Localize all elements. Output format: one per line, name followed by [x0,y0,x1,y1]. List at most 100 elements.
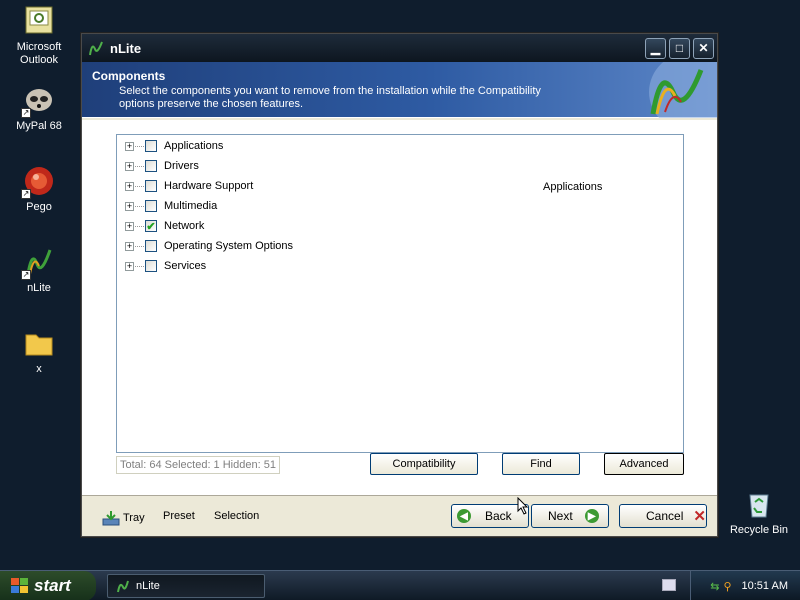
page-title: Components [92,69,166,83]
component-stats: Total: 64 Selected: 1 Hidden: 51 [116,456,280,474]
mypal-icon: ↗ [21,84,55,118]
expand-icon[interactable]: + [125,161,134,171]
recycle-bin-icon [743,488,775,520]
shortcut-arrow-icon: ↗ [21,108,31,118]
expand-icon[interactable]: + [125,221,134,231]
clock[interactable]: 10:51 AM [742,580,788,592]
tree-item-network[interactable]: + ✔ Network [125,217,204,235]
start-label: start [34,576,71,595]
close-button[interactable]: ✕ [693,37,714,59]
back-label: Back [485,509,512,523]
tray-button[interactable]: Tray [102,510,145,526]
pego-icon: ↗ [21,165,55,199]
tray-label: Tray [123,512,145,524]
nlite-app-icon [89,41,103,56]
search-tray-icon[interactable]: ⚲ [723,580,731,593]
checkbox[interactable] [145,240,157,252]
tree-connector [135,205,144,207]
desktop-icon-outlook[interactable]: Microsoft Outlook [0,5,78,67]
window-titlebar[interactable]: nLite ▁ □ ✕ [82,34,717,62]
expand-icon[interactable]: + [125,141,134,151]
checkbox-checked[interactable]: ✔ [145,220,157,233]
tree-item-multimedia[interactable]: + Multimedia [125,197,217,215]
wizard-footer: Tray Preset Selection ◀ Back Next ▶ Canc… [82,495,717,536]
tree-connector [135,265,144,267]
window-title: nLite [110,40,142,56]
cancel-button[interactable]: Cancel ✕ [619,504,707,528]
shortcut-arrow-icon: ↗ [21,270,31,280]
desktop-icon-pego[interactable]: ↗ Pego [0,165,78,214]
outlook-icon [23,5,55,37]
tree-connector [135,245,144,247]
taskbar-item-label: nLite [136,580,160,592]
next-arrow-icon: ▶ [584,509,599,523]
page-description: Select the components you want to remove… [119,85,541,110]
compatibility-button[interactable]: Compatibility [370,453,478,475]
expand-icon[interactable]: + [125,181,134,191]
nlite-window: nLite ▁ □ ✕ Components Select the compon… [81,33,718,537]
find-button[interactable]: Find [502,453,580,475]
page-header: Components Select the components you wan… [82,62,717,118]
components-panel: + Applications + Drivers + Hardware Supp… [82,120,717,495]
components-tree[interactable]: + Applications + Drivers + Hardware Supp… [116,134,684,453]
shortcut-arrow-icon: ↗ [21,189,31,199]
expand-icon[interactable]: + [125,261,134,271]
nlite-icon: ↗ [21,246,55,280]
desktop-icon-label: x [36,363,42,375]
checkbox[interactable] [145,140,157,152]
tree-connector [135,165,144,167]
tree-item-label: Operating System Options [164,240,294,252]
mouse-cursor-icon [517,497,529,515]
cancel-x-icon: ✕ [693,508,706,525]
desktop-icon-label: nLite [27,282,51,294]
tree-item-label: Network [164,220,205,232]
tree-item-label: Hardware Support [164,180,254,192]
tree-connector [135,145,144,147]
expand-icon[interactable]: + [125,241,134,251]
tree-connector [135,185,144,187]
expand-icon[interactable]: + [125,201,134,211]
desktop-icon-label: Microsoft Outlook [16,41,62,66]
tree-item-label: Applications [164,140,224,152]
maximize-button[interactable]: □ [669,37,690,59]
taskbar: start nLite ⇆ ⚲ 10:51 AM [0,570,800,600]
minimize-button[interactable]: ▁ [645,37,666,59]
desktop-icon-folder-x[interactable]: x [0,327,78,376]
system-tray: ⇆ ⚲ 10:51 AM [690,571,800,600]
nlite-task-icon [117,580,129,593]
preset-button[interactable]: Preset [163,510,195,522]
desktop-icon-recycle-bin[interactable]: Recycle Bin [720,488,798,537]
checkbox[interactable] [145,180,157,192]
advanced-button[interactable]: Advanced [604,453,684,475]
keyboard-icon[interactable] [662,579,676,591]
desktop-icon-nlite[interactable]: ↗ nLite [0,246,78,295]
next-button[interactable]: Next ▶ [531,504,609,528]
windows-logo-icon [11,578,28,593]
desktop-icon-label: Pego [26,201,52,213]
tray-icon [102,511,120,526]
tree-item-operating-system-options[interactable]: + Operating System Options [125,237,293,255]
selection-button[interactable]: Selection [214,510,259,522]
cancel-label: Cancel [646,509,684,523]
taskbar-item-nlite[interactable]: nLite [107,574,265,598]
tree-item-hardware-support[interactable]: + Hardware Support [125,177,253,195]
tree-item-label: Multimedia [164,200,218,212]
checkbox[interactable] [145,260,157,272]
checkbox[interactable] [145,160,157,172]
network-tray-icon[interactable]: ⇆ [710,580,719,593]
tree-connector [135,225,144,227]
checkmark-icon: ✔ [146,220,156,233]
tree-item-applications[interactable]: + Applications [125,137,223,155]
checkbox[interactable] [145,200,157,212]
nlite-logo-icon [649,62,717,118]
next-label: Next [548,509,573,523]
folder-icon [23,327,55,359]
maximize-icon: □ [675,41,684,55]
tree-item-drivers[interactable]: + Drivers [125,157,199,175]
desktop-icon-mypal[interactable]: ↗ MyPal 68 [0,84,78,133]
tree-item-services[interactable]: + Services [125,257,206,275]
close-icon: ✕ [698,41,709,55]
minimize-icon: ▁ [650,41,661,55]
start-button[interactable]: start [0,571,96,600]
desktop-icon-label: MyPal 68 [16,120,62,132]
